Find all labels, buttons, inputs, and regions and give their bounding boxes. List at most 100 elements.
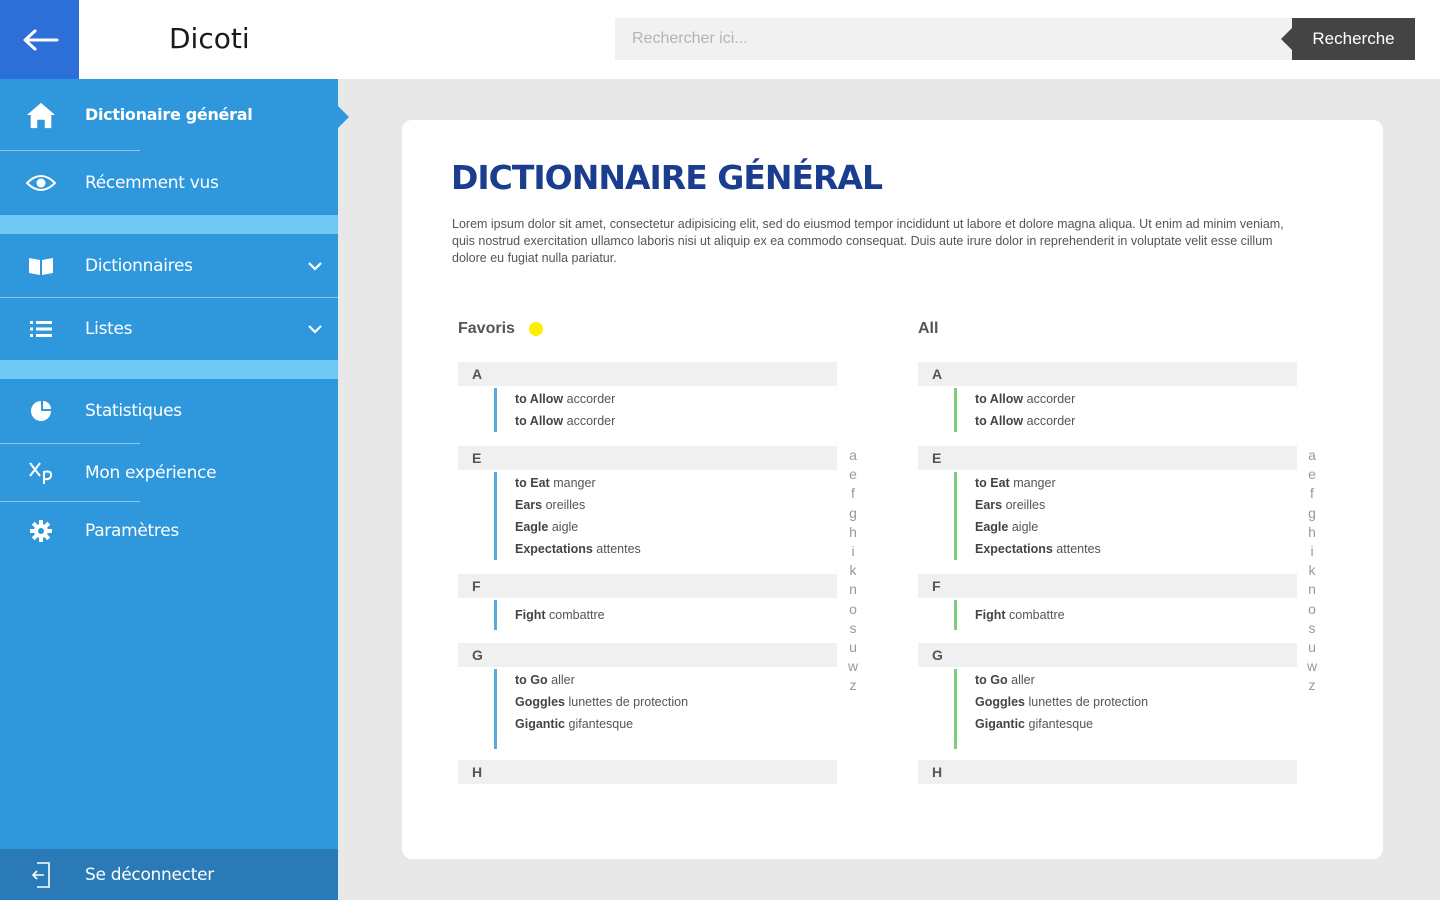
alphabet-letter[interactable]: n: [843, 580, 863, 599]
alphabet-letter[interactable]: z: [843, 676, 863, 695]
list-item[interactable]: Fight combattre: [957, 604, 1294, 626]
pie-chart-icon: [26, 396, 56, 426]
search-input[interactable]: [615, 18, 1293, 60]
list-item[interactable]: Ears oreilles: [957, 494, 1294, 516]
page-title: DICTIONNAIRE GÉNÉRAL: [451, 158, 883, 197]
section-header-h: H: [458, 760, 837, 784]
alphabet-letter[interactable]: k: [843, 561, 863, 580]
section-entries-f: Fight combattre: [954, 600, 1294, 630]
sidebar-item-settings[interactable]: Paramètres: [0, 502, 338, 560]
logout-icon: [26, 860, 56, 890]
alphabet-index-favorites: a e f g h i k n o s u w z: [843, 446, 863, 696]
sidebar-item-lists[interactable]: Listes: [0, 298, 338, 359]
section-header-f: F: [458, 574, 837, 598]
alphabet-letter[interactable]: z: [1302, 676, 1322, 695]
sidebar-item-my-experience[interactable]: Mon expérience: [0, 444, 338, 501]
alphabet-letter[interactable]: n: [1302, 580, 1322, 599]
section-separator: [0, 360, 338, 379]
chevron-down-icon[interactable]: [306, 257, 324, 275]
section-entries-g: to Go aller Goggles lunettes de protecti…: [494, 669, 834, 749]
section-separator: [0, 215, 338, 234]
section-entries-g: to Go aller Goggles lunettes de protecti…: [954, 669, 1294, 749]
alphabet-letter[interactable]: f: [1302, 484, 1322, 503]
section-header-g: G: [918, 643, 1297, 667]
alphabet-letter[interactable]: u: [1302, 638, 1322, 657]
logout-label: Se déconnecter: [85, 864, 214, 885]
list-item[interactable]: Eagle aigle: [497, 516, 834, 538]
list-item[interactable]: Fight combattre: [497, 604, 834, 626]
top-bar: Dicoti Recherche: [0, 0, 1440, 79]
alphabet-letter[interactable]: s: [843, 619, 863, 638]
list-item[interactable]: to Allow accorder: [957, 410, 1294, 432]
list-item[interactable]: to Allow accorder: [957, 388, 1294, 410]
sidebar-item-general-dictionary[interactable]: Dictionaire général: [0, 79, 349, 150]
alphabet-letter[interactable]: k: [1302, 561, 1322, 580]
sidebar-item-statistics[interactable]: Statistiques: [0, 379, 338, 443]
list-item[interactable]: to Eat manger: [497, 472, 834, 494]
section-entries-a: to Allow accorder to Allow accorder: [954, 388, 1294, 432]
content-card: DICTIONNAIRE GÉNÉRAL Lorem ipsum dolor s…: [402, 120, 1383, 859]
back-button[interactable]: [0, 0, 79, 79]
list-item[interactable]: Gigantic gifantesque: [497, 713, 834, 735]
list-item[interactable]: to Go aller: [957, 669, 1294, 691]
app-title: Dicoti: [169, 22, 250, 55]
alphabet-letter[interactable]: g: [1302, 504, 1322, 523]
sidebar-item-label: Dictionaire général: [85, 105, 253, 124]
section-header-g: G: [458, 643, 837, 667]
sidebar: Dictionaire général Récemment vus Dictio…: [0, 79, 349, 900]
active-indicator: [338, 106, 349, 128]
search-button[interactable]: Recherche: [1281, 18, 1415, 60]
section-header-e: E: [918, 446, 1297, 470]
book-icon: [26, 251, 56, 281]
sidebar-item-recently-viewed[interactable]: Récemment vus: [0, 151, 338, 214]
list-item[interactable]: to Go aller: [497, 669, 834, 691]
section-entries-e: to Eat manger Ears oreilles Eagle aigle …: [954, 472, 1294, 560]
section-header-h: H: [918, 760, 1297, 784]
list-icon: [26, 314, 56, 344]
alphabet-index-all: a e f g h i k n o s u w z: [1302, 446, 1322, 696]
arrow-left-icon: [23, 29, 58, 50]
alphabet-letter[interactable]: w: [1302, 657, 1322, 676]
list-item[interactable]: Eagle aigle: [957, 516, 1294, 538]
list-item[interactable]: Expectations attentes: [497, 538, 834, 560]
logout-button[interactable]: Se déconnecter: [0, 849, 338, 900]
alphabet-letter[interactable]: e: [1302, 465, 1322, 484]
alphabet-letter[interactable]: u: [843, 638, 863, 657]
section-entries-a: to Allow accorder to Allow accorder: [494, 388, 834, 432]
favorites-heading: Favoris: [458, 320, 515, 337]
alphabet-letter[interactable]: e: [843, 465, 863, 484]
alphabet-letter[interactable]: h: [1302, 523, 1322, 542]
list-item[interactable]: to Allow accorder: [497, 388, 834, 410]
alphabet-letter[interactable]: a: [1302, 446, 1322, 465]
list-item[interactable]: Ears oreilles: [497, 494, 834, 516]
all-heading: All: [918, 320, 939, 337]
search-bar: Recherche: [615, 18, 1415, 60]
sidebar-item-dictionaries[interactable]: Dictionnaires: [0, 234, 338, 297]
alphabet-letter[interactable]: g: [843, 504, 863, 523]
alphabet-letter[interactable]: i: [1302, 542, 1322, 561]
section-header-f: F: [918, 574, 1297, 598]
home-icon: [26, 100, 56, 130]
list-item[interactable]: Goggles lunettes de protection: [957, 691, 1294, 713]
sidebar-item-label: Mon expérience: [85, 462, 217, 483]
alphabet-letter[interactable]: o: [1302, 600, 1322, 619]
alphabet-letter[interactable]: o: [843, 600, 863, 619]
eye-icon: [26, 168, 56, 198]
list-item[interactable]: to Eat manger: [957, 472, 1294, 494]
alphabet-letter[interactable]: i: [843, 542, 863, 561]
list-item[interactable]: Expectations attentes: [957, 538, 1294, 560]
alphabet-letter[interactable]: s: [1302, 619, 1322, 638]
list-item[interactable]: to Allow accorder: [497, 410, 834, 432]
alphabet-letter[interactable]: a: [843, 446, 863, 465]
chevron-down-icon[interactable]: [306, 320, 324, 338]
section-entries-f: Fight combattre: [494, 600, 834, 630]
list-item[interactable]: Gigantic gifantesque: [957, 713, 1294, 735]
section-header-e: E: [458, 446, 837, 470]
alphabet-letter[interactable]: h: [843, 523, 863, 542]
alphabet-letter[interactable]: w: [843, 657, 863, 676]
alphabet-letter[interactable]: f: [843, 484, 863, 503]
sidebar-item-label: Dictionnaires: [85, 255, 193, 276]
list-item[interactable]: Goggles lunettes de protection: [497, 691, 834, 713]
section-entries-e: to Eat manger Ears oreilles Eagle aigle …: [494, 472, 834, 560]
section-header-a: A: [458, 362, 837, 386]
